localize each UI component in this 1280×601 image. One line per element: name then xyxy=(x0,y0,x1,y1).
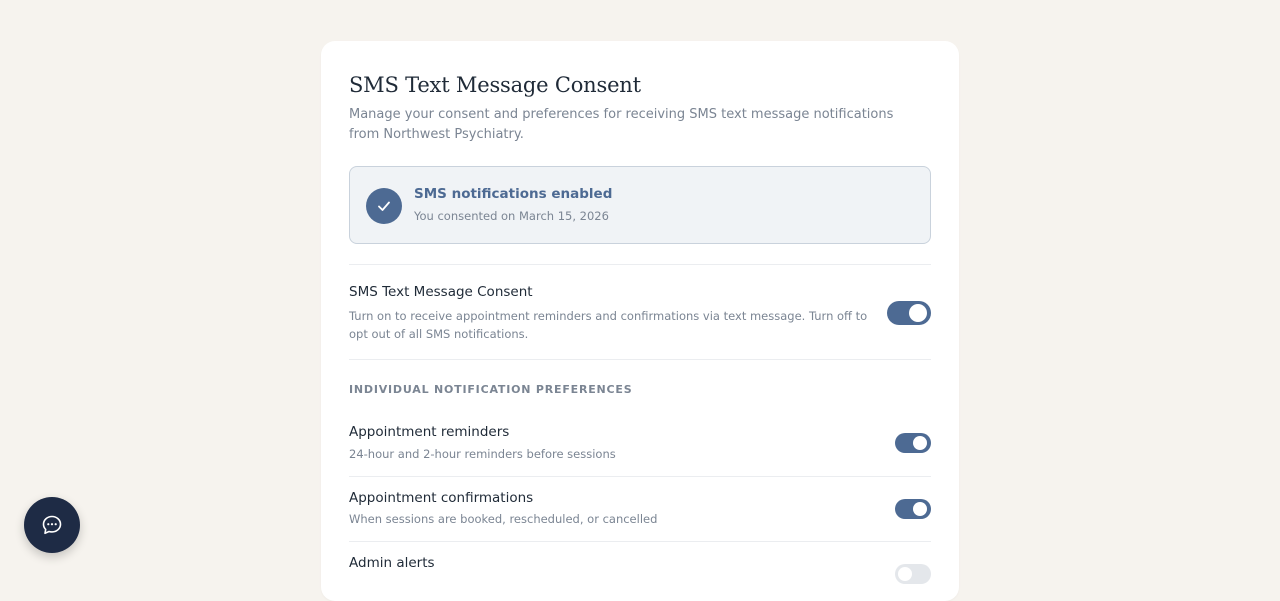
page-title: SMS Text Message Consent xyxy=(349,73,641,97)
pref-appointment-confirmations-desc: When sessions are booked, rescheduled, o… xyxy=(349,512,658,526)
page-subtitle: Manage your consent and preferences for … xyxy=(349,107,894,142)
pref-appointment-reminders-title: Appointment reminders xyxy=(349,424,510,440)
pref-admin-alerts-title: Admin alerts xyxy=(349,555,435,571)
consent-title: SMS Text Message Consent xyxy=(349,284,533,300)
status-detail: You consented on March 15, 2026 xyxy=(414,209,609,223)
toggle-knob xyxy=(913,436,927,450)
sms-consent-card: SMS Text Message Consent Manage your con… xyxy=(321,41,959,601)
section-label: INDIVIDUAL NOTIFICATION PREFERENCES xyxy=(349,383,633,396)
appointment-confirmations-toggle[interactable] xyxy=(895,499,931,519)
divider xyxy=(349,264,931,265)
admin-alerts-toggle[interactable] xyxy=(895,564,931,584)
pref-appointment-reminders-desc: 24-hour and 2-hour reminders before sess… xyxy=(349,447,616,461)
toggle-knob xyxy=(898,567,912,581)
chat-button[interactable] xyxy=(24,497,80,553)
chat-bubble-icon xyxy=(42,515,62,535)
status-title: SMS notifications enabled xyxy=(414,186,613,202)
divider xyxy=(349,476,931,477)
consent-description: Turn on to receive appointment reminders… xyxy=(349,309,868,341)
toggle-knob xyxy=(913,502,927,516)
toggle-knob xyxy=(909,304,927,322)
appointment-reminders-toggle[interactable] xyxy=(895,433,931,453)
divider xyxy=(349,359,931,360)
check-icon xyxy=(366,188,402,224)
pref-appointment-confirmations-title: Appointment confirmations xyxy=(349,490,534,506)
sms-consent-toggle[interactable] xyxy=(887,301,931,325)
status-banner: SMS notifications enabled You consented … xyxy=(349,166,931,244)
divider xyxy=(349,541,931,542)
